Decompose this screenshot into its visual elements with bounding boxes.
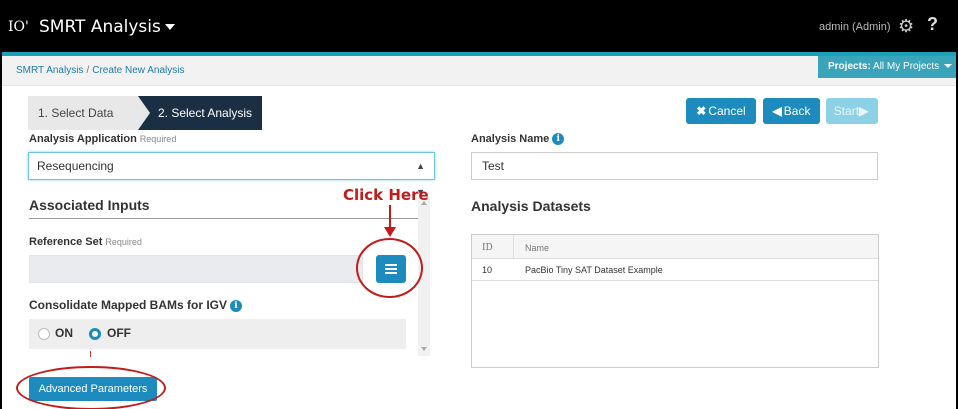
caret-down-icon xyxy=(164,24,175,30)
analysis-name-label-text: Analysis Name xyxy=(471,133,550,145)
radio-off[interactable] xyxy=(89,328,101,340)
triangle-left-icon: ◀ xyxy=(772,104,782,118)
table-row[interactable]: 10 PacBio Tiny SAT Dataset Example xyxy=(472,259,878,281)
top-navbar: IO' SMRT Analysis admin (Admin) ⚙ ? xyxy=(2,2,956,52)
start-button[interactable]: Start▶ xyxy=(826,98,878,124)
triangle-right-icon: ▶ xyxy=(859,104,869,118)
analysis-application-label: Analysis Application Required xyxy=(29,133,176,145)
analysis-name-input[interactable]: Test xyxy=(471,152,878,180)
user-menu[interactable]: admin (Admin) xyxy=(819,21,891,33)
analysis-name-label: Analysis Name i xyxy=(471,133,565,146)
projects-dropdown[interactable]: Projects: All My Projects xyxy=(818,56,956,78)
projects-value: All My Projects xyxy=(873,61,940,72)
app-menu[interactable]: SMRT Analysis xyxy=(39,17,175,37)
breadcrumb-root-link[interactable]: SMRT Analysis xyxy=(16,65,83,76)
reference-set-label-text: Reference Set xyxy=(29,236,103,248)
step-select-data[interactable]: 1. Select Data xyxy=(28,96,138,130)
cell-name: PacBio Tiny SAT Dataset Example xyxy=(525,265,663,275)
annotation-click-here: Click Here xyxy=(343,186,429,204)
back-label: Back xyxy=(783,104,811,118)
table-header: ID Name xyxy=(472,235,878,259)
close-icon: ✖ xyxy=(696,104,707,118)
annotation-circle-browse xyxy=(356,238,423,298)
analysis-application-label-text: Analysis Application xyxy=(29,133,137,145)
back-button[interactable]: ◀ Back xyxy=(763,98,820,124)
info-icon[interactable]: i xyxy=(230,299,243,312)
cancel-label: Cancel xyxy=(708,104,746,118)
radio-off-label[interactable]: OFF xyxy=(107,326,131,340)
annotation-arrow-head xyxy=(384,227,396,237)
required-hint: Required xyxy=(139,134,177,144)
breadcrumb-separator: / xyxy=(86,65,90,76)
associated-inputs-title: Associated Inputs xyxy=(29,197,150,213)
info-icon[interactable]: i xyxy=(552,133,565,146)
cell-id: 10 xyxy=(482,265,493,275)
radio-on-label[interactable]: ON xyxy=(55,326,73,340)
annotation-circle-advanced xyxy=(16,366,166,409)
analysis-datasets-title: Analysis Datasets xyxy=(471,198,591,214)
annotation-arrow xyxy=(389,205,391,229)
analysis-application-select[interactable]: Resequencing ▲ ▼ xyxy=(28,152,435,197)
cancel-button[interactable]: ✖ Cancel xyxy=(686,98,756,124)
step-select-analysis-label: 2. Select Analysis xyxy=(158,106,253,120)
annotation-tick xyxy=(90,351,91,357)
analysis-application-value: Resequencing xyxy=(37,159,114,173)
step-select-analysis[interactable]: 2. Select Analysis xyxy=(138,96,262,130)
caret-down-icon xyxy=(943,64,952,69)
column-header-id[interactable]: ID xyxy=(482,243,493,253)
consolidate-bams-radio-group: ON OFF xyxy=(29,319,406,349)
required-hint: Required xyxy=(105,237,142,247)
scroll-down-icon[interactable] xyxy=(421,347,427,351)
reference-set-label: Reference Set Required xyxy=(29,236,142,248)
section-divider xyxy=(29,218,419,219)
column-divider xyxy=(513,235,514,259)
breadcrumb-current[interactable]: Create New Analysis xyxy=(92,65,184,76)
breadcrumb: SMRT Analysis / Create New Analysis xyxy=(16,65,184,76)
column-header-name[interactable]: Name xyxy=(525,243,549,253)
app-menu-label: SMRT Analysis xyxy=(39,17,161,37)
datasets-table: ID Name 10 PacBio Tiny SAT Dataset Examp… xyxy=(471,234,879,368)
radio-on[interactable] xyxy=(38,328,50,340)
brand-logo-fragment: IO' xyxy=(8,19,29,35)
gear-icon[interactable]: ⚙ xyxy=(898,16,914,37)
breadcrumb-bar: SMRT Analysis / Create New Analysis Projec… xyxy=(2,56,956,86)
projects-label: Projects: xyxy=(828,61,871,72)
reference-set-input[interactable] xyxy=(29,255,363,283)
consolidate-bams-label: Consolidate Mapped BAMs for IGV i xyxy=(29,298,243,312)
consolidate-bams-label-text: Consolidate Mapped BAMs for IGV xyxy=(29,298,228,312)
start-label: Start xyxy=(833,104,860,118)
help-icon[interactable]: ? xyxy=(927,14,938,35)
